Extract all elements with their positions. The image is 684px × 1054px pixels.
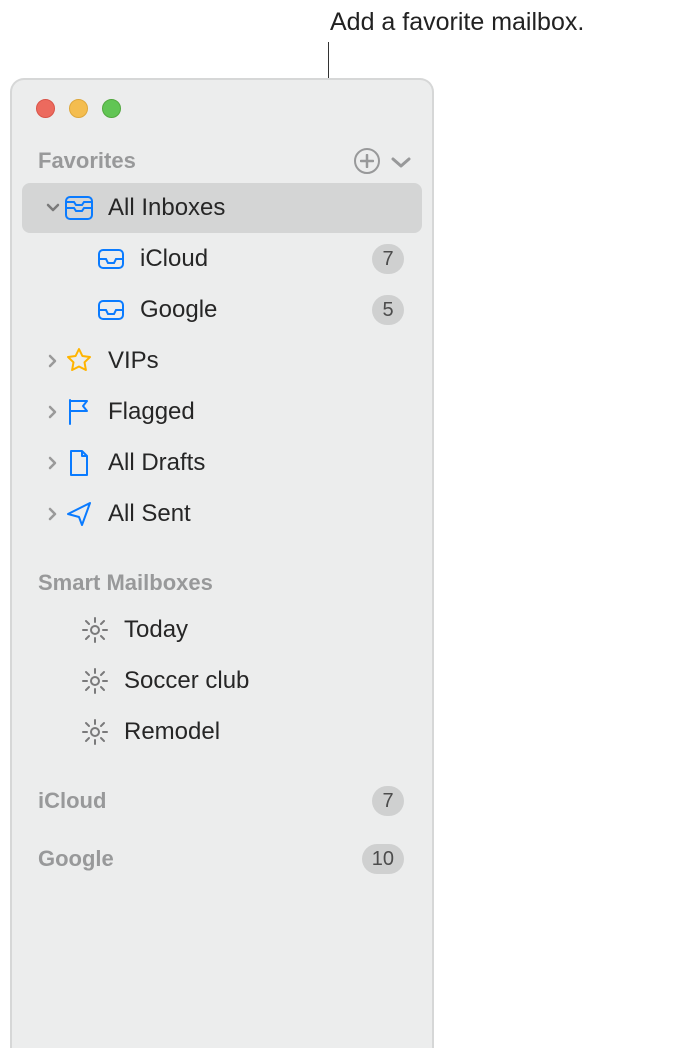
unread-badge: 7 [372, 244, 404, 274]
sidebar-item-flagged[interactable]: Flagged [22, 387, 422, 437]
account-label: Google [38, 846, 362, 872]
sidebar-item-label: All Drafts [108, 449, 404, 477]
paper-plane-icon [64, 499, 94, 529]
sidebar-item-today[interactable]: Today [22, 605, 422, 655]
account-section-icloud[interactable]: iCloud 7 [12, 776, 432, 826]
document-icon [64, 448, 94, 478]
account-label: iCloud [38, 788, 372, 814]
sidebar-item-label: Google [140, 296, 372, 324]
chevron-right-icon[interactable] [44, 354, 62, 368]
sidebar-item-label: Flagged [108, 398, 404, 426]
favorites-collapse-icon[interactable] [390, 153, 412, 169]
sidebar-item-google-inbox[interactable]: Google 5 [22, 285, 422, 335]
star-icon [64, 346, 94, 376]
gear-icon [80, 717, 110, 747]
sidebar-item-label: iCloud [140, 245, 372, 273]
close-window-button[interactable] [36, 99, 55, 118]
chevron-right-icon[interactable] [44, 456, 62, 470]
sidebar-item-all-inboxes[interactable]: All Inboxes [22, 183, 422, 233]
sidebar-item-label: Today [124, 616, 404, 644]
smart-mailboxes-header: Smart Mailboxes [12, 558, 432, 604]
unread-badge: 7 [372, 786, 404, 816]
smart-mailboxes-title: Smart Mailboxes [38, 570, 412, 596]
unread-badge: 5 [372, 295, 404, 325]
add-favorite-icon[interactable] [354, 148, 380, 174]
callout-annotation: Add a favorite mailbox. [330, 8, 584, 37]
favorites-title: Favorites [38, 148, 354, 174]
sidebar-item-label: VIPs [108, 347, 404, 375]
chevron-down-icon[interactable] [44, 203, 62, 213]
window-titlebar [12, 80, 432, 136]
mail-sidebar-window: Favorites All Inboxes i [10, 78, 434, 1048]
zoom-window-button[interactable] [102, 99, 121, 118]
gear-icon [80, 666, 110, 696]
gear-icon [80, 615, 110, 645]
all-inboxes-icon [64, 193, 94, 223]
inbox-icon [96, 295, 126, 325]
sidebar-item-remodel[interactable]: Remodel [22, 707, 422, 757]
minimize-window-button[interactable] [69, 99, 88, 118]
sidebar-item-label: Soccer club [124, 667, 404, 695]
unread-badge: 10 [362, 844, 404, 874]
sidebar-item-label: All Inboxes [108, 194, 404, 222]
inbox-icon [96, 244, 126, 274]
favorites-section-header: Favorites [12, 136, 432, 182]
sidebar-item-all-drafts[interactable]: All Drafts [22, 438, 422, 488]
sidebar-item-all-sent[interactable]: All Sent [22, 489, 422, 539]
chevron-right-icon[interactable] [44, 405, 62, 419]
sidebar-item-icloud-inbox[interactable]: iCloud 7 [22, 234, 422, 284]
flag-icon [64, 397, 94, 427]
sidebar-item-label: Remodel [124, 718, 404, 746]
sidebar-item-vips[interactable]: VIPs [22, 336, 422, 386]
sidebar-item-soccer-club[interactable]: Soccer club [22, 656, 422, 706]
chevron-right-icon[interactable] [44, 507, 62, 521]
sidebar-item-label: All Sent [108, 500, 404, 528]
account-section-google[interactable]: Google 10 [12, 834, 432, 884]
